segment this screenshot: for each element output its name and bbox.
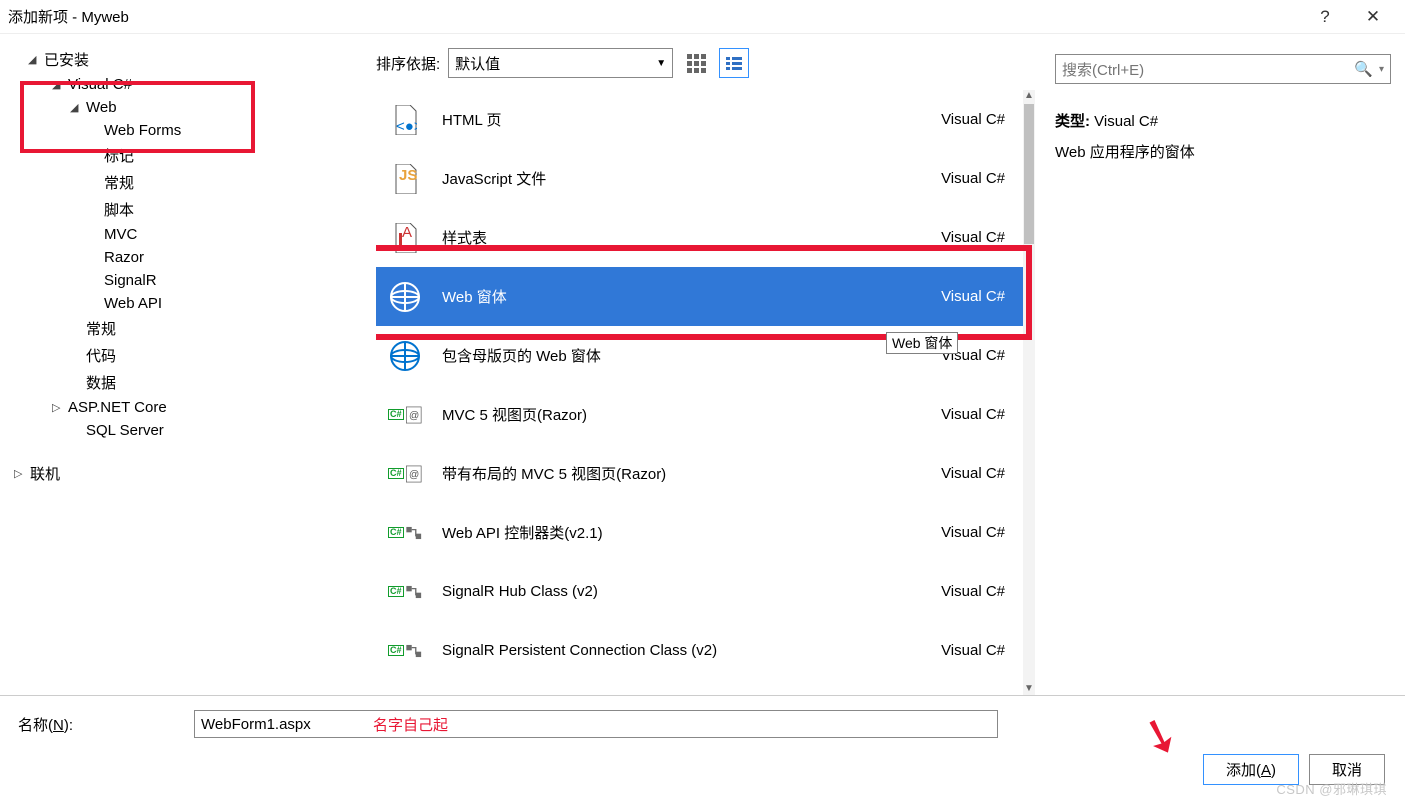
name-label: 名称(N): [18,714,194,735]
tree-common[interactable]: ▸常规 [10,169,375,196]
tree-aspnet-core[interactable]: ▷ASP.NET Core [10,396,375,419]
sort-combo[interactable]: 默认值▼ [448,48,673,78]
center-toolbar: 排序依据: 默认值▼ [376,40,1035,86]
svg-text:<●>: <●> [396,118,417,135]
scroll-thumb[interactable] [1024,104,1034,244]
detail-type: 类型: Visual C# [1055,110,1391,131]
css-file-icon: A [388,221,422,255]
tree-signalr[interactable]: ▸SignalR [10,269,375,292]
window-title: 添加新项 - Myweb [8,6,1301,27]
tree-markup[interactable]: ▸标记 [10,142,375,169]
list-item[interactable]: C# SignalR Hub Class (v2)Visual C# [376,562,1023,621]
mvc-view-layout-icon: C#@ [388,457,422,491]
cancel-button[interactable]: 取消 [1309,754,1385,785]
list-item[interactable]: C# Web API 控制器类(v2.1)Visual C# [376,503,1023,562]
details-panel: 搜索(Ctrl+E) 🔍 ▾ 类型: Visual C# Web 应用程序的窗体 [1035,34,1405,695]
view-grid-icon[interactable] [681,48,711,78]
scrollbar[interactable]: ▲ ▼ [1023,90,1035,695]
list-item[interactable]: JS JavaScript 文件Visual C# [376,149,1023,208]
aspnet-handler-icon [388,693,422,696]
tree-sqlserver[interactable]: ▸SQL Server [10,419,375,442]
add-button[interactable]: 添加(A) [1203,754,1299,785]
close-button[interactable]: ✕ [1349,7,1397,27]
svg-text:JS: JS [399,167,417,184]
scroll-up-icon[interactable]: ▲ [1023,90,1035,102]
help-button[interactable]: ? [1301,7,1349,27]
template-list: <●> HTML 页Visual C# JS JavaScript 文件Visu… [376,90,1023,695]
view-list-icon[interactable] [719,48,749,78]
tree-web[interactable]: ◢Web [10,96,375,119]
svg-text:A: A [402,224,412,241]
scroll-down-icon[interactable]: ▼ [1023,683,1035,695]
tree-general[interactable]: ▸常规 [10,315,375,342]
list-item[interactable]: A 样式表Visual C# [376,208,1023,267]
tree-code[interactable]: ▸代码 [10,342,375,369]
js-file-icon: JS [388,162,422,196]
list-item-selected[interactable]: Web 窗体Visual C# [376,267,1023,326]
tree-web-forms[interactable]: ▸Web Forms [10,119,375,142]
search-dropdown-icon[interactable]: ▾ [1379,64,1384,75]
tree-data[interactable]: ▸数据 [10,369,375,396]
search-icon: 🔍 [1354,60,1373,78]
tree-script[interactable]: ▸脚本 [10,196,375,223]
tree-online[interactable]: ▷联机 [10,460,375,487]
sort-by-label: 排序依据: [376,53,440,74]
mvc-view-icon: C#@ [388,398,422,432]
signalr-persist-icon: C# [388,634,422,668]
list-item[interactable]: <●> HTML 页Visual C# [376,90,1023,149]
tree-mvc[interactable]: ▸MVC [10,223,375,246]
web-form-icon [388,280,422,314]
webapi-controller-icon: C# [388,516,422,550]
detail-description: Web 应用程序的窗体 [1055,141,1391,162]
signalr-hub-icon: C# [388,575,422,609]
list-item[interactable]: C#@ 带有布局的 MVC 5 视图页(Razor)Visual C# [376,444,1023,503]
list-item[interactable]: C#@ MVC 5 视图页(Razor)Visual C# [376,385,1023,444]
svg-text:@: @ [409,410,419,421]
tree-installed[interactable]: ◢已安装 [10,46,375,73]
list-item[interactable]: C# SignalR Persistent Connection Class (… [376,621,1023,680]
web-form-master-icon [388,339,422,373]
item-tooltip: Web 窗体 [886,332,958,354]
tree-webapi[interactable]: ▸Web API [10,292,375,315]
search-box[interactable]: 搜索(Ctrl+E) 🔍 ▾ [1055,54,1391,84]
tree-visual-csharp[interactable]: ◢Visual C# [10,73,375,96]
list-item[interactable]: ASP.NET 处理程序Visual C# [376,680,1023,695]
titlebar: 添加新项 - Myweb ? ✕ [0,0,1405,34]
name-input[interactable] [194,710,998,738]
tree-razor[interactable]: ▸Razor [10,246,375,269]
html-page-icon: <●> [388,103,422,137]
svg-text:@: @ [409,469,419,480]
category-tree: ◢已安装 ◢Visual C# ◢Web ▸Web Forms ▸标记 ▸常规 … [0,34,375,695]
